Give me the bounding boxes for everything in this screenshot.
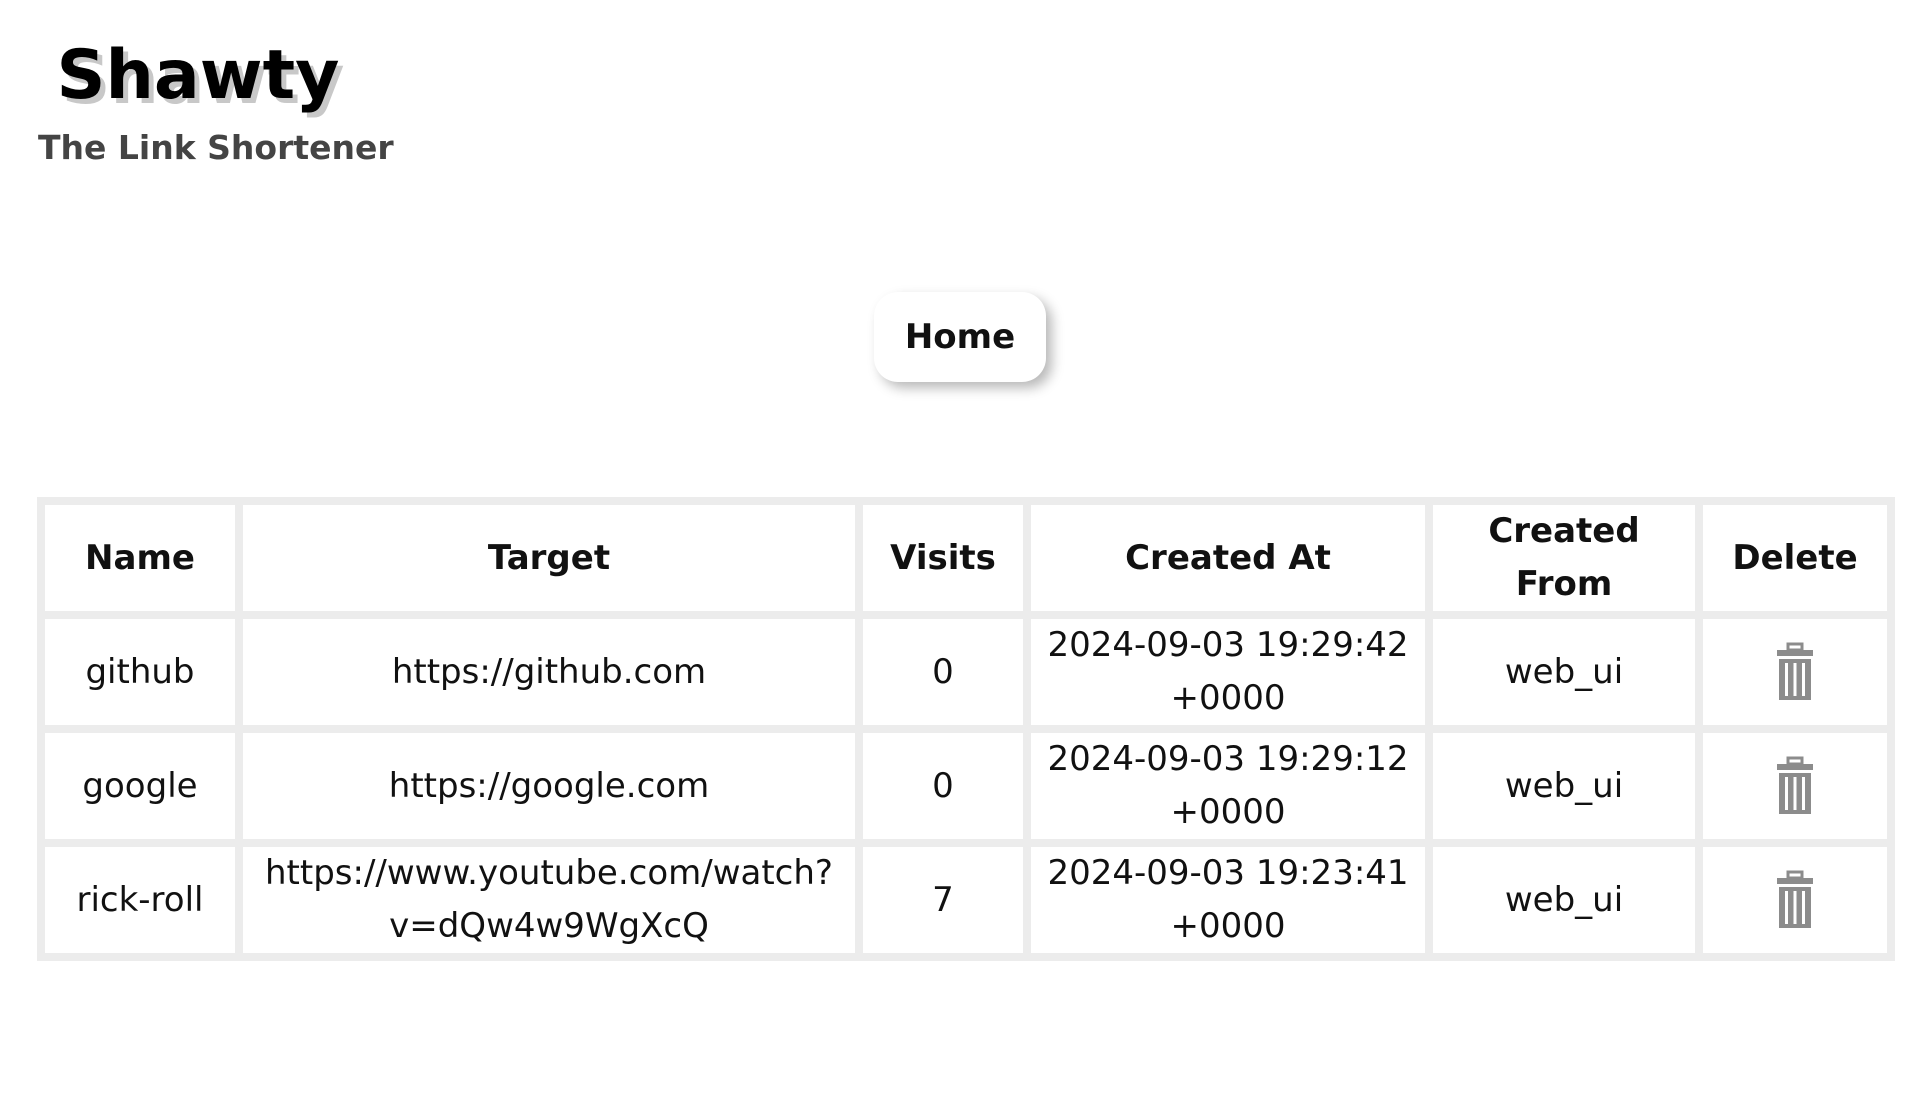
trash-icon[interactable] — [1775, 642, 1815, 702]
cell-name: google — [45, 733, 235, 839]
links-table: Name Target Visits Created At Created Fr… — [37, 497, 1895, 961]
nav-bar: Home — [0, 292, 1920, 382]
cell-name: github — [45, 619, 235, 725]
cell-created-from: web_ui — [1433, 619, 1695, 725]
table-row: google https://google.com 0 2024-09-03 1… — [45, 733, 1887, 839]
cell-created-at: 2024-09-03 19:29:12 +0000 — [1031, 733, 1425, 839]
trash-icon[interactable] — [1775, 756, 1815, 816]
header-delete: Delete — [1703, 505, 1887, 611]
header-created-at: Created At — [1031, 505, 1425, 611]
cell-visits: 0 — [863, 733, 1023, 839]
cell-target: https://google.com — [243, 733, 855, 839]
links-table-container: Name Target Visits Created At Created Fr… — [37, 497, 1895, 961]
cell-delete — [1703, 847, 1887, 953]
home-button[interactable]: Home — [874, 292, 1046, 382]
header-target: Target — [243, 505, 855, 611]
header-name: Name — [45, 505, 235, 611]
site-subtitle: The Link Shortener — [38, 128, 394, 167]
trash-icon[interactable] — [1775, 870, 1815, 930]
cell-name: rick-roll — [45, 847, 235, 953]
header-visits: Visits — [863, 505, 1023, 611]
cell-delete — [1703, 619, 1887, 725]
header-created-from: Created From — [1433, 505, 1695, 611]
cell-created-at: 2024-09-03 19:29:42 +0000 — [1031, 619, 1425, 725]
cell-created-at: 2024-09-03 19:23:41 +0000 — [1031, 847, 1425, 953]
table-row: rick-roll https://www.youtube.com/watch?… — [45, 847, 1887, 953]
site-header: Shawty The Link Shortener — [38, 36, 394, 168]
cell-visits: 7 — [863, 847, 1023, 953]
cell-visits: 0 — [863, 619, 1023, 725]
cell-created-from: web_ui — [1433, 847, 1695, 953]
cell-target: https://www.youtube.com/watch?v=dQw4w9Wg… — [243, 847, 855, 953]
table-header-row: Name Target Visits Created At Created Fr… — [45, 505, 1887, 611]
cell-created-from: web_ui — [1433, 733, 1695, 839]
cell-delete — [1703, 733, 1887, 839]
site-title: Shawty — [56, 36, 340, 115]
table-row: github https://github.com 0 2024-09-03 1… — [45, 619, 1887, 725]
cell-target: https://github.com — [243, 619, 855, 725]
